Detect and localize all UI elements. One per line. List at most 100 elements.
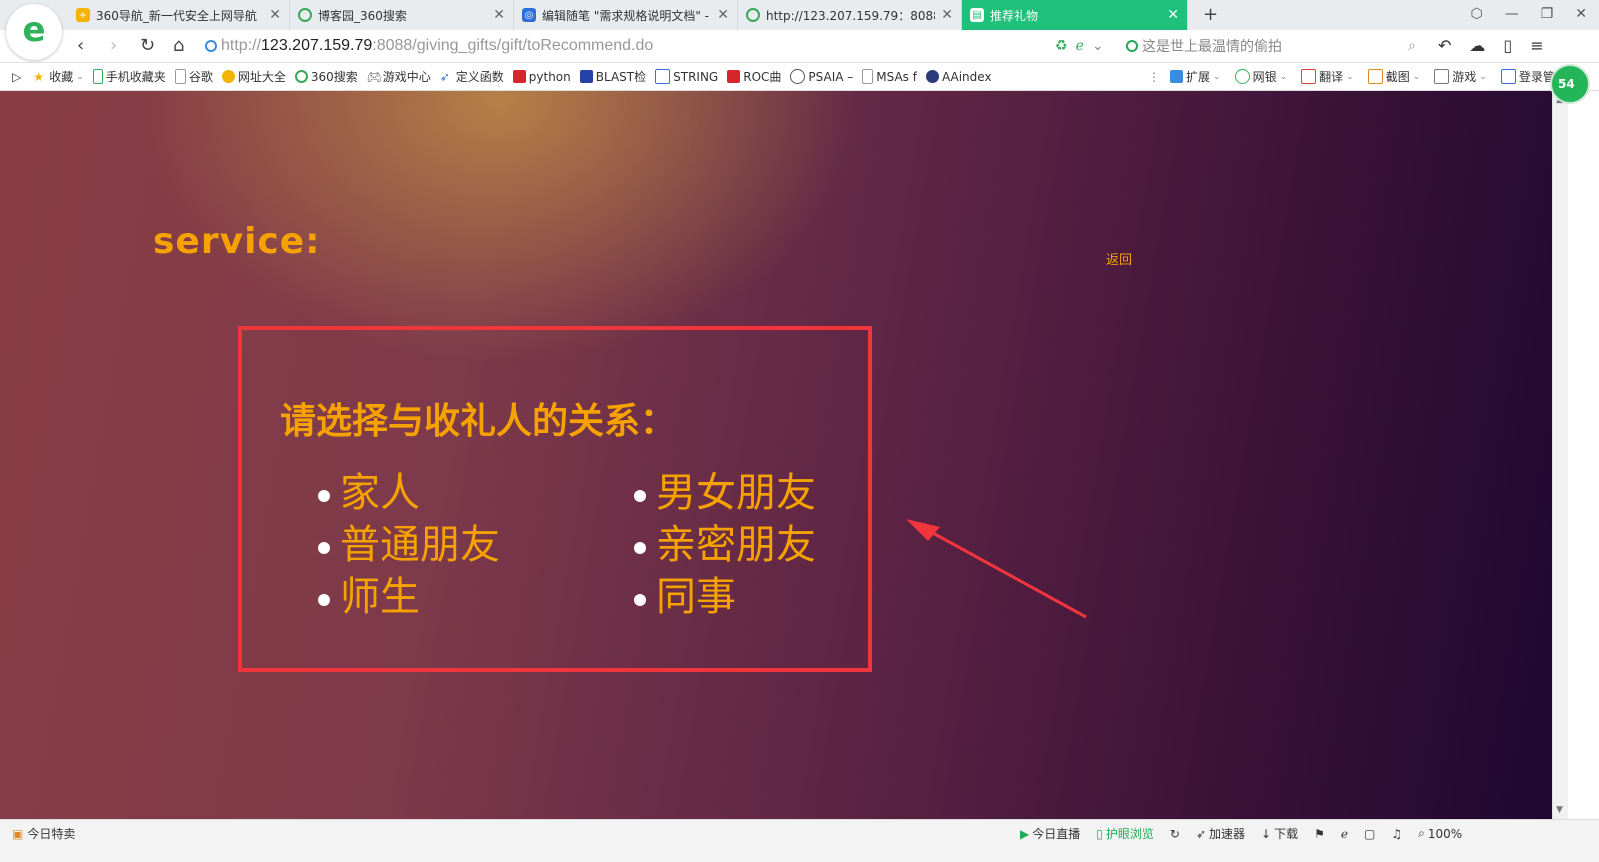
bookmark-blast[interactable]: BLAST检	[579, 68, 646, 85]
close-icon[interactable]: ✕	[269, 7, 281, 23]
page-icon: ▤	[970, 8, 984, 22]
restore-button[interactable]: ❐	[1541, 6, 1554, 22]
network-icon	[655, 69, 671, 84]
tool-extensions[interactable]: 扩展 ⌄	[1170, 68, 1221, 85]
bookmark-psaia[interactable]: PSAIA –	[790, 69, 853, 84]
sidebar-toggle-icon[interactable]: ▷	[12, 70, 21, 84]
scroll-down-icon[interactable]: ▼	[1556, 805, 1563, 815]
bookmark-define-function[interactable]: ➶ 定义函数	[440, 68, 504, 85]
bookmark-python[interactable]: python	[512, 70, 571, 84]
zoom-level[interactable]: ⌕ 100%	[1418, 826, 1462, 841]
close-icon[interactable]: ✕	[493, 7, 505, 23]
accelerator-button[interactable]: ➶ 加速器	[1196, 825, 1245, 842]
minimize-button[interactable]: —	[1505, 6, 1519, 22]
url-host: 123.207.159.79	[261, 37, 373, 54]
bookmark-label: 收藏	[49, 70, 74, 84]
forward-icon[interactable]: ›	[110, 35, 117, 56]
tab-title: 360导航_新一代安全上网导航	[96, 8, 257, 23]
bookmark-hao360[interactable]: 网址大全	[221, 68, 286, 85]
rocket-icon: ➶	[439, 70, 450, 84]
notification-badge[interactable]: 54	[1550, 64, 1590, 104]
status-label: 加速器	[1209, 827, 1246, 841]
bookmark-string[interactable]: STRING	[655, 69, 718, 84]
site-info-icon[interactable]	[205, 40, 217, 52]
vertical-scrollbar[interactable]: ▲ ▼	[1552, 91, 1569, 819]
tab-title: 编辑随笔 "需求规格说明文档" -	[542, 8, 709, 23]
chevron-down-icon[interactable]: ⌄	[1092, 38, 1104, 54]
logo-e-icon: e	[22, 10, 46, 50]
address-bar[interactable]: http://123.207.159.79:8088/giving_gifts/…	[205, 34, 1095, 58]
more-icon[interactable]: ⋮	[1148, 70, 1160, 84]
blog-icon: ◎	[522, 8, 536, 22]
gamepad-icon	[1434, 69, 1450, 84]
download-button[interactable]: ↓ 下载	[1261, 825, 1298, 842]
undo-close-icon[interactable]: ↶	[1438, 36, 1451, 55]
back-icon[interactable]: ‹	[77, 35, 84, 56]
refresh-icon[interactable]: ↻	[140, 35, 155, 56]
bookmark-favorites[interactable]: ★ 收藏 ⌄	[33, 68, 84, 85]
skin-icon[interactable]: ⬡	[1470, 6, 1482, 22]
tool-translate[interactable]: 翻译 ⌄	[1301, 68, 1354, 85]
window-icon[interactable]: ▢	[1364, 827, 1375, 841]
search-icon[interactable]: ⌕	[1408, 38, 1416, 54]
close-icon[interactable]: ✕	[717, 7, 729, 23]
shield-icon	[1234, 69, 1250, 84]
close-window-button[interactable]: ✕	[1575, 6, 1587, 22]
360-icon	[221, 70, 235, 83]
menu-icon[interactable]: ≡	[1530, 36, 1543, 55]
bookmark-mobile[interactable]: 手机收藏夹	[92, 68, 166, 85]
tab-cnblogs-search[interactable]: 博客园_360搜索 ✕	[290, 0, 514, 30]
browser-logo[interactable]: e	[6, 4, 62, 60]
cloud-icon[interactable]: ☁	[1469, 36, 1485, 55]
bookmark-google[interactable]: 谷歌	[174, 68, 213, 85]
tab-360-nav[interactable]: + 360导航_新一代安全上网导航 ✕	[68, 0, 290, 30]
bookmark-label: 定义函数	[455, 70, 504, 84]
bookmark-label: 网址大全	[237, 70, 286, 84]
status-tools: ▶ 今日直播 ▯ 护眼浏览 ↻ ➶ 加速器 ↓ 下载 ⚑ ℯ ▢ ♫ ⌕ 100%	[1020, 825, 1478, 842]
status-label: 今日直播	[1032, 827, 1081, 841]
eye-care-button[interactable]: ▯ 护眼浏览	[1096, 825, 1154, 842]
sound-icon[interactable]: ♫	[1391, 827, 1402, 841]
tool-label: 截图	[1385, 70, 1410, 84]
live-button[interactable]: ▶ 今日直播	[1020, 825, 1080, 842]
search-input[interactable]: 这是世上最温情的偷拍 ⌕	[1126, 34, 1426, 58]
tab-strip: + 360导航_新一代安全上网导航 ✕ 博客园_360搜索 ✕ ◎ 编辑随笔 "…	[0, 0, 1599, 31]
tab-ip-page[interactable]: http://123.207.159.79：8088/g ✕	[738, 0, 962, 30]
page-icon	[862, 69, 874, 84]
close-icon[interactable]: ✕	[1167, 7, 1179, 23]
bookmark-aaindex[interactable]: AAindex	[925, 70, 992, 84]
tool-label: 游戏	[1452, 70, 1477, 84]
tool-label: 翻译	[1319, 70, 1344, 84]
page-icon	[174, 69, 186, 84]
tool-games[interactable]: 游戏 ⌄	[1434, 68, 1487, 85]
home-icon[interactable]: ⌂	[173, 35, 184, 56]
csdn-icon	[727, 70, 741, 83]
bookmark-label: 手机收藏夹	[105, 70, 166, 84]
play-icon: ▶	[1020, 826, 1030, 841]
360-icon: +	[76, 8, 90, 22]
tab-edit-post[interactable]: ◎ 编辑随笔 "需求规格说明文档" - ✕	[514, 0, 738, 30]
close-icon[interactable]: ✕	[941, 7, 953, 23]
navigation-bar: ‹ › ↻ ⌂ http://123.207.159.79:8088/givin…	[0, 30, 1599, 63]
tool-bank[interactable]: 网银 ⌄	[1234, 68, 1287, 85]
bookmark-games[interactable]: 🎮︎ 游戏中心	[367, 68, 431, 85]
status-bar: ▣ 今日特卖 ▶ 今日直播 ▯ 护眼浏览 ↻ ➶ 加速器 ↓ 下载 ⚑ ℯ ▢ ♫ ⌕ 1…	[0, 819, 1599, 862]
flag-icon[interactable]: ⚑	[1314, 827, 1325, 841]
ie-icon[interactable]: ℯ	[1341, 827, 1348, 841]
daily-deals[interactable]: ▣ 今日特卖	[12, 825, 75, 842]
refresh-status-icon[interactable]: ↻	[1170, 827, 1180, 841]
tab-title: 博客园_360搜索	[318, 8, 407, 23]
bookmark-label: PSAIA –	[808, 69, 854, 84]
phone-icon[interactable]: ▯	[1503, 36, 1512, 55]
bookmark-msas[interactable]: MSAs f	[862, 69, 917, 84]
bookmark-roc[interactable]: ROC曲	[727, 68, 781, 85]
tab-title: 推荐礼物	[990, 8, 1039, 23]
new-tab-button[interactable]: +	[1203, 4, 1218, 25]
bookmark-360search[interactable]: 360搜索	[294, 68, 358, 85]
tool-screenshot[interactable]: 截图 ⌄	[1367, 68, 1420, 85]
search-placeholder: 这是世上最温情的偷拍	[1142, 39, 1282, 55]
recycle-icon[interactable]: ♻	[1055, 38, 1068, 54]
zoom-icon: ⌕	[1418, 826, 1425, 840]
ie-mode-icon[interactable]: ℯ	[1076, 38, 1084, 54]
tab-recommend-gift[interactable]: ▤ 推荐礼物 ✕	[962, 0, 1188, 30]
